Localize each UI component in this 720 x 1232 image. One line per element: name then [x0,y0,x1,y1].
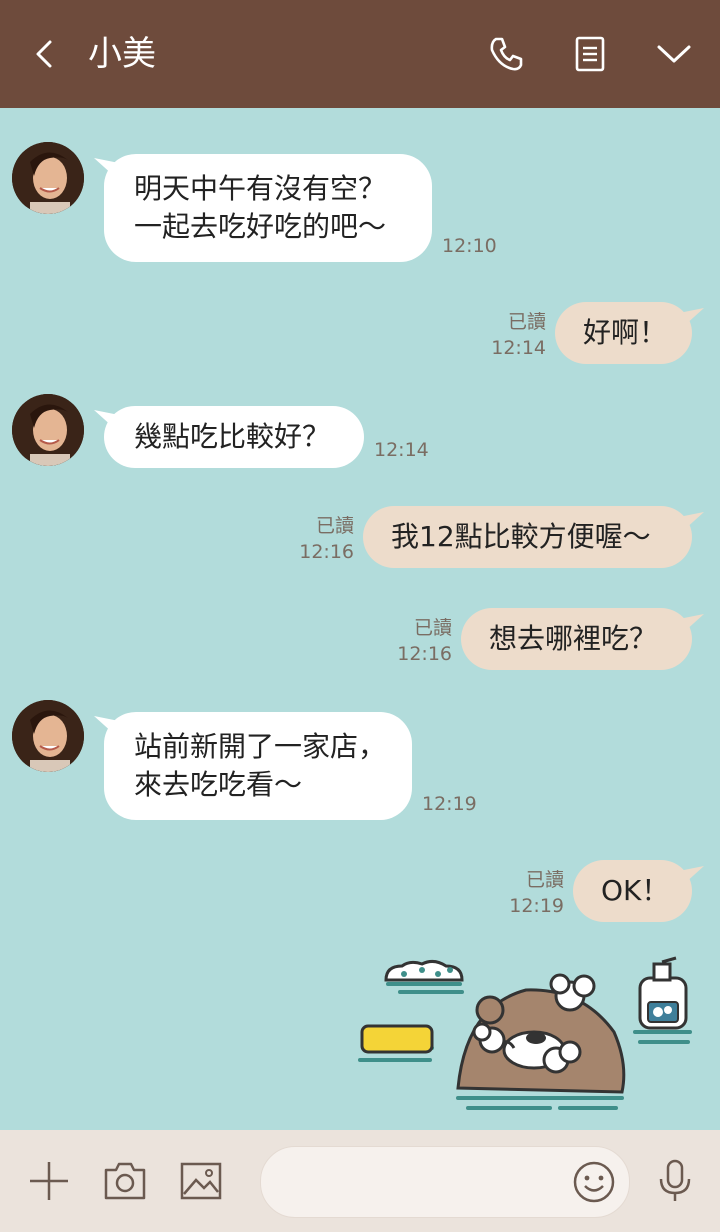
avatar[interactable] [12,142,84,214]
plus-icon[interactable] [26,1158,72,1204]
avatar[interactable] [12,700,84,772]
back-arrow-icon[interactable] [26,34,66,74]
read-receipt: 已讀 [315,515,354,537]
message-time: 12:14 [491,337,546,359]
read-receipt: 已讀 [525,869,564,891]
read-receipt: 已讀 [413,617,452,639]
message-bubble-incoming[interactable]: 幾點吃比較好？ [104,406,364,468]
message-text: 幾點吃比較好？ [134,420,331,453]
microphone-icon[interactable] [652,1158,698,1204]
message-meta: 已讀 12:16 [396,615,452,667]
message-bubble-outgoing[interactable]: 好啊！ [555,302,692,364]
bubble-tail [674,512,704,530]
message-input[interactable] [260,1146,630,1218]
message-text: 我12點比較方便喔～ [391,520,651,553]
chevron-down-icon[interactable] [654,34,694,74]
chat-title: 小美 [88,34,156,74]
camera-icon[interactable] [102,1158,148,1204]
phone-icon[interactable] [486,34,526,74]
message-meta: 已讀 12:16 [298,513,354,565]
message-bubble-incoming[interactable]: 站前新開了一家店， 來去吃吃看～ [104,712,412,820]
message-bubble-outgoing[interactable]: 想去哪裡吃？ [461,608,692,670]
message-text: OK！ [601,874,670,907]
message-meta: 已讀 12:19 [508,867,564,919]
avatar-photo [12,700,84,772]
chat-area[interactable]: 明天中午有沒有空？ 一起去吃好吃的吧～ 12:10 已讀 12:14 好啊！ 幾… [0,108,720,1130]
otter-bath-sticker[interactable] [350,948,700,1128]
image-icon[interactable] [178,1158,224,1204]
avatar-photo [12,394,84,466]
avatar[interactable] [12,394,84,466]
bubble-tail [674,866,704,884]
bubble-tail [674,308,704,326]
chat-header: 小美 [0,0,720,108]
notes-icon[interactable] [570,34,610,74]
message-meta: 已讀 12:14 [490,309,546,361]
bubble-tail [674,614,704,632]
message-text: 好啊！ [583,316,668,349]
message-text: 明天中午有沒有空？ 一起去吃好吃的吧～ [134,172,387,243]
message-time: 12:16 [299,541,354,563]
message-time: 12:10 [442,235,497,257]
emoji-icon[interactable] [571,1159,617,1205]
message-time: 12:14 [374,439,429,461]
avatar-photo [12,142,84,214]
message-time: 12:19 [509,895,564,917]
message-bubble-incoming[interactable]: 明天中午有沒有空？ 一起去吃好吃的吧～ [104,154,432,262]
input-bar [0,1130,720,1232]
message-bubble-outgoing[interactable]: 我12點比較方便喔～ [363,506,692,568]
message-text: 站前新開了一家店， 來去吃吃看～ [134,730,387,801]
message-time: 12:16 [397,643,452,665]
message-text: 想去哪裡吃？ [489,622,658,655]
read-receipt: 已讀 [507,311,546,333]
message-time: 12:19 [422,793,477,815]
